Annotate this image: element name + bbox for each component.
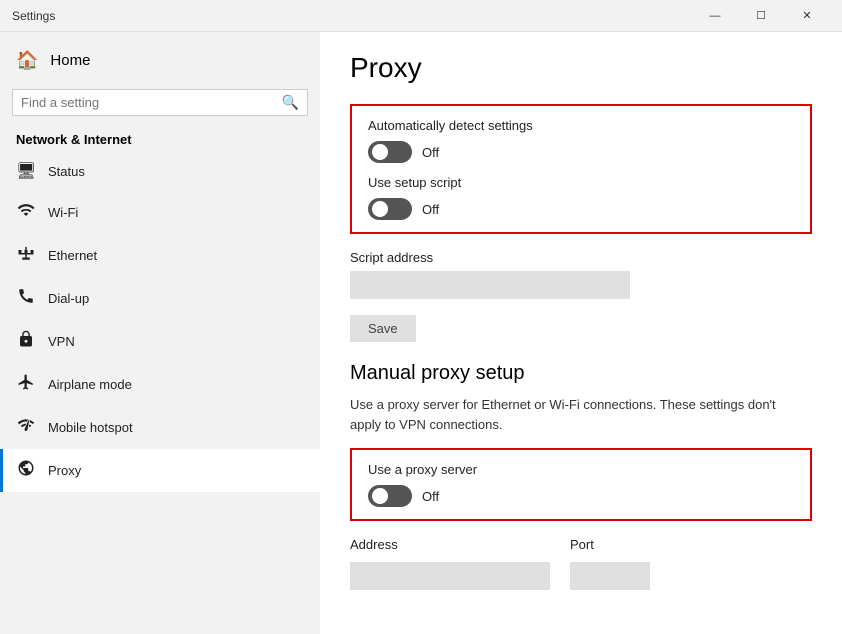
port-label: Port <box>570 537 650 552</box>
auto-detect-toggle[interactable] <box>368 141 412 163</box>
sidebar-item-vpn[interactable]: VPN <box>0 320 320 363</box>
sidebar-item-hotspot[interactable]: Mobile hotspot <box>0 406 320 449</box>
address-label: Address <box>350 537 550 552</box>
search-input[interactable] <box>21 95 276 110</box>
port-field: Port <box>570 537 650 590</box>
use-proxy-toggle-row: Off <box>368 485 794 507</box>
content-area: Proxy Automatically detect settings Off … <box>320 32 842 634</box>
sidebar-item-proxy[interactable]: Proxy <box>0 449 320 492</box>
setup-script-toggle[interactable] <box>368 198 412 220</box>
dialup-icon <box>16 287 36 310</box>
maximize-button[interactable]: ☐ <box>738 0 784 32</box>
titlebar-controls: — ☐ ✕ <box>692 0 830 32</box>
address-port-row: Address Port <box>350 537 812 590</box>
use-proxy-state: Off <box>422 489 439 504</box>
airplane-icon <box>16 373 36 396</box>
search-box[interactable]: 🔍 <box>12 89 308 116</box>
status-icon: 🖥 <box>16 161 36 181</box>
setup-script-state: Off <box>422 202 439 217</box>
sidebar-item-label: Dial-up <box>48 291 89 306</box>
home-label: Home <box>50 52 90 69</box>
script-address-input[interactable] <box>350 271 630 299</box>
proxy-icon <box>16 459 36 482</box>
address-input[interactable] <box>350 562 550 590</box>
page-title: Proxy <box>350 52 812 84</box>
close-button[interactable]: ✕ <box>784 0 830 32</box>
search-icon: 🔍 <box>282 94 299 111</box>
sidebar-item-label: Wi-Fi <box>48 205 78 220</box>
auto-detect-state: Off <box>422 145 439 160</box>
titlebar: Settings — ☐ ✕ <box>0 0 842 32</box>
sidebar: 🏠 Home 🔍 Network & Internet 🖥 Status Wi-… <box>0 32 320 634</box>
home-icon: 🏠 <box>16 50 38 71</box>
hotspot-icon <box>16 416 36 439</box>
sidebar-item-label: Mobile hotspot <box>48 420 133 435</box>
sidebar-item-status[interactable]: 🖥 Status <box>0 151 320 191</box>
sidebar-item-label: VPN <box>48 334 75 349</box>
manual-proxy-description: Use a proxy server for Ethernet or Wi-Fi… <box>350 395 810 434</box>
script-address-label: Script address <box>350 250 812 265</box>
manual-proxy-title: Manual proxy setup <box>350 362 812 385</box>
sidebar-item-label: Ethernet <box>48 248 97 263</box>
wifi-icon <box>16 201 36 224</box>
script-address-section: Script address <box>350 250 812 299</box>
app-body: 🏠 Home 🔍 Network & Internet 🖥 Status Wi-… <box>0 32 842 634</box>
sidebar-item-label: Airplane mode <box>48 377 132 392</box>
sidebar-item-ethernet[interactable]: Ethernet <box>0 234 320 277</box>
auto-detect-toggle-row: Off <box>368 141 794 163</box>
address-field: Address <box>350 537 550 590</box>
use-proxy-label: Use a proxy server <box>368 462 794 477</box>
use-proxy-section: Use a proxy server Off <box>350 448 812 521</box>
sidebar-item-airplane[interactable]: Airplane mode <box>0 363 320 406</box>
vpn-icon <box>16 330 36 353</box>
save-button[interactable]: Save <box>350 315 416 342</box>
sidebar-item-wifi[interactable]: Wi-Fi <box>0 191 320 234</box>
auto-detect-label: Automatically detect settings <box>368 118 794 133</box>
sidebar-item-label: Status <box>48 164 85 179</box>
minimize-button[interactable]: — <box>692 0 738 32</box>
setup-script-label: Use setup script <box>368 175 794 190</box>
ethernet-icon <box>16 244 36 267</box>
automatic-proxy-section: Automatically detect settings Off Use se… <box>350 104 812 234</box>
port-input[interactable] <box>570 562 650 590</box>
titlebar-title: Settings <box>12 9 55 23</box>
sidebar-item-dialup[interactable]: Dial-up <box>0 277 320 320</box>
setup-script-toggle-row: Off <box>368 198 794 220</box>
sidebar-section-title: Network & Internet <box>0 124 320 151</box>
sidebar-item-home[interactable]: 🏠 Home <box>0 40 320 81</box>
use-proxy-toggle[interactable] <box>368 485 412 507</box>
sidebar-item-label: Proxy <box>48 463 81 478</box>
